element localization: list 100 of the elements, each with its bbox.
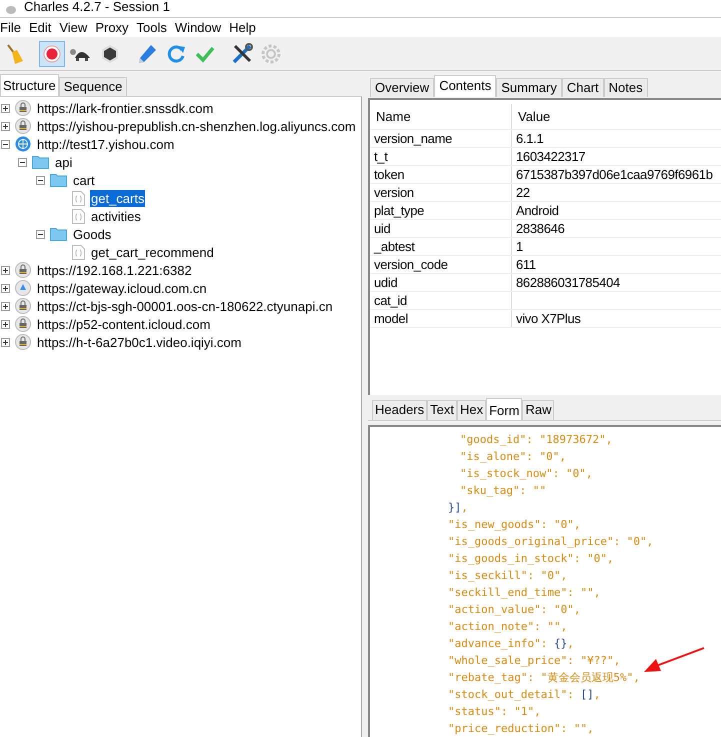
tree-item[interactable]: http://test17.yishou.com <box>36 136 176 152</box>
table-cell: token <box>370 166 512 183</box>
globe-icon <box>15 136 31 152</box>
record-icon <box>43 44 61 62</box>
menu-item[interactable]: Proxy <box>95 18 129 38</box>
table-cell-text: 1 <box>515 238 524 255</box>
table-cell: version <box>370 184 512 201</box>
collapse-icon[interactable] <box>36 176 45 184</box>
menu-item[interactable]: File <box>0 18 21 38</box>
table-cell: _abtest <box>370 238 512 255</box>
menu-item[interactable]: Edit <box>28 18 52 38</box>
table-cell-text: Android <box>515 202 560 219</box>
tree-item[interactable]: https://gateway.icloud.com.cn <box>36 280 208 296</box>
tab[interactable]: Overview <box>370 78 434 97</box>
code-line: "is_stock_now": "0", <box>459 466 592 482</box>
tree-item[interactable]: https://p52-content.icloud.com <box>36 316 212 332</box>
broom-icon <box>5 42 25 64</box>
tree-item[interactable]: get_carts <box>90 190 146 206</box>
table-cell-text: 22 <box>515 184 531 201</box>
tab[interactable]: Text <box>427 400 457 420</box>
expand-icon[interactable] <box>1 122 10 130</box>
code-line: "whole_sale_price": "¥??", <box>447 653 620 669</box>
column-header[interactable]: Name <box>370 104 512 129</box>
file-icon <box>72 244 85 260</box>
collapse-icon[interactable] <box>36 230 45 238</box>
expand-icon[interactable] <box>1 284 10 292</box>
menu-item[interactable]: Help <box>229 18 256 38</box>
table-cell-text: vivo X7Plus <box>515 310 582 327</box>
tools-icon <box>231 42 253 64</box>
expand-icon[interactable] <box>1 320 10 328</box>
table-cell-text: 611 <box>515 256 537 273</box>
table-cell-text: 6715387b397d06e1caa9769f6961b <box>515 166 714 183</box>
code-line: "is_goods_in_stock": "0", <box>447 551 614 567</box>
refresh-icon <box>166 44 186 64</box>
menu-item[interactable]: Window <box>174 18 222 38</box>
table-cell: udid <box>370 274 512 291</box>
code-line: "rebate_tag": "黄金会员返现5%", <box>447 670 640 686</box>
code-line: "action_note": "", <box>447 619 568 635</box>
code-line: "sku_tag": "" <box>459 483 546 499</box>
expand-icon[interactable] <box>1 104 10 112</box>
tree-item[interactable]: cart <box>72 172 96 188</box>
tab[interactable]: Raw <box>522 400 554 420</box>
folder-icon <box>32 155 49 169</box>
table-cell: model <box>370 310 512 327</box>
tab[interactable]: Headers <box>372 400 428 420</box>
tab[interactable]: Summary <box>496 78 562 97</box>
tab[interactable]: Form <box>486 398 522 420</box>
table-cell-text: 862886031785404 <box>515 274 621 291</box>
code-line: "seckill_end_time": "", <box>447 585 600 601</box>
tab[interactable]: Sequence <box>58 77 128 96</box>
column-header[interactable]: Value <box>512 104 721 129</box>
code-line: "price_reduction": "", <box>447 721 594 737</box>
code-line: "is_seckill": "0", <box>447 568 568 584</box>
tree-item[interactable]: api <box>54 154 74 170</box>
tree-item[interactable]: activities <box>90 208 142 224</box>
lock-globe-icon <box>15 298 31 314</box>
tab[interactable]: Contents <box>434 75 496 97</box>
tree-item[interactable]: Goods <box>72 226 112 242</box>
lock-globe-icon <box>15 262 31 278</box>
check-icon <box>195 44 215 62</box>
tree-item[interactable]: https://ct-bjs-sgh-00001.oos-cn-180622.ctyunapi.cn <box>36 298 334 314</box>
table-cell: version_name <box>370 130 512 147</box>
table-cell: t_t <box>370 148 512 165</box>
tree-item[interactable]: https://h-t-6a27b0c1.video.iqiyi.com <box>36 334 242 350</box>
expand-icon[interactable] <box>1 266 10 274</box>
code-line: "is_alone": "0", <box>459 449 566 465</box>
tree-item[interactable]: get_cart_recommend <box>90 244 215 260</box>
lock-globe-icon <box>15 100 31 116</box>
tree-item[interactable]: https://192.168.1.221:6382 <box>36 262 193 278</box>
code-line: "is_goods_original_price": "0", <box>447 534 654 550</box>
table-cell-text: 2838646 <box>515 220 566 237</box>
pen-icon <box>136 42 158 64</box>
menu-item[interactable]: Tools <box>136 18 167 38</box>
tab[interactable]: Notes <box>604 78 648 97</box>
code-line: "action_value": "0", <box>447 602 580 618</box>
app-logo-icon <box>6 6 16 14</box>
tree-item[interactable]: https://lark-frontier.snssdk.com <box>36 100 214 116</box>
globe-icon <box>15 280 31 296</box>
folder-icon <box>50 173 67 187</box>
table-cell: cat_id <box>370 292 512 309</box>
code-line: "stock_out_detail": [], <box>447 687 600 703</box>
tab[interactable]: Structure <box>0 74 59 96</box>
tab[interactable]: Chart <box>562 78 604 97</box>
file-icon <box>72 190 85 206</box>
code-line: "status": "1", <box>447 704 541 720</box>
table-cell-text: 6.1.1 <box>515 130 544 147</box>
lock-globe-icon <box>15 334 31 350</box>
expand-icon[interactable] <box>1 302 10 310</box>
tab[interactable]: Hex <box>456 400 486 420</box>
lock-globe-icon <box>15 118 31 134</box>
collapse-icon[interactable] <box>1 140 10 148</box>
table-cell-text: 1603422317 <box>515 148 586 165</box>
folder-icon <box>50 227 67 241</box>
window-title: Charles 4.2.7 - Session 1 <box>24 0 170 14</box>
table-cell: version_code <box>370 256 512 273</box>
tree-item[interactable]: https://yishou-prepublish.cn-shenzhen.log.aliyuncs.com <box>36 118 357 134</box>
menu-item[interactable]: View <box>59 18 88 38</box>
gear-icon <box>261 44 281 64</box>
expand-icon[interactable] <box>1 338 10 346</box>
collapse-icon[interactable] <box>18 158 27 166</box>
